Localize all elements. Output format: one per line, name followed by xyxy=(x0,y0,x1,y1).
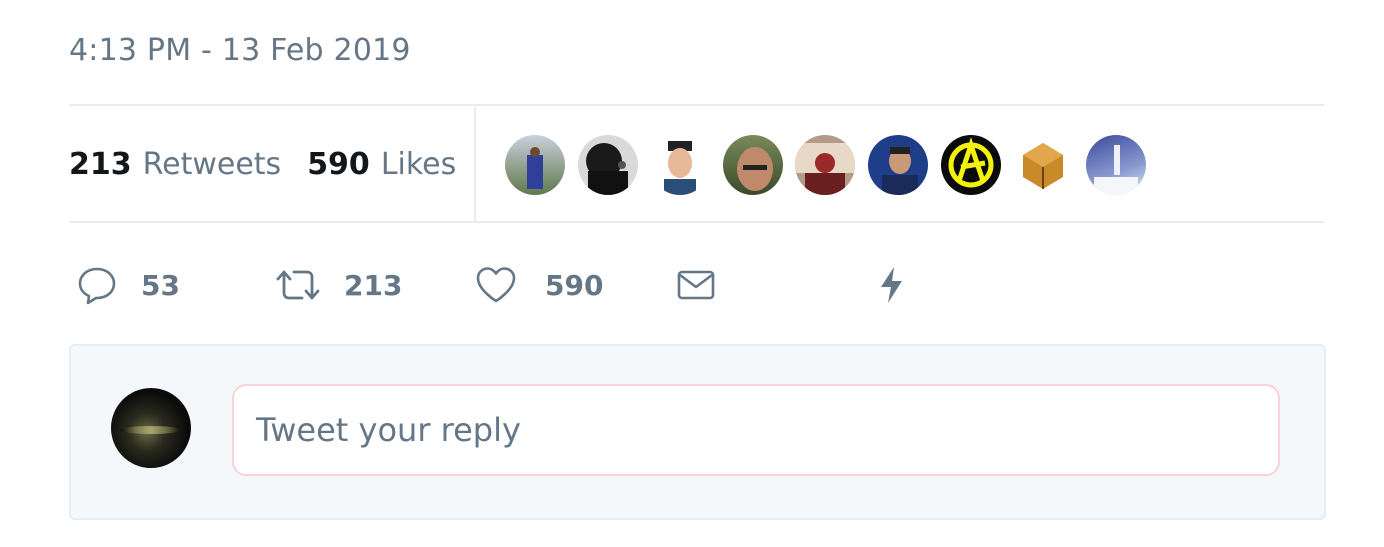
retweet-icon[interactable] xyxy=(274,265,322,305)
lightning-icon[interactable] xyxy=(877,264,907,306)
liker-avatar-7[interactable] xyxy=(940,135,1001,195)
heart-icon[interactable] xyxy=(475,265,517,305)
retweet-action[interactable]: 213 xyxy=(274,252,402,318)
tweet-actions: 53 213 590 xyxy=(69,252,1324,322)
liker-avatar-5[interactable] xyxy=(795,135,856,195)
direct-message-action[interactable] xyxy=(676,252,716,318)
speech-bubble-icon[interactable] xyxy=(77,265,117,305)
stat-counts: 213 Retweets 590 Likes xyxy=(69,107,474,222)
current-user-avatar[interactable] xyxy=(111,388,191,468)
likes-count[interactable]: 590 xyxy=(307,147,370,182)
stats-divider xyxy=(474,107,476,222)
reply-action[interactable]: 53 xyxy=(77,252,180,318)
liked-by-avatars xyxy=(505,135,1158,195)
tweet-timestamp[interactable]: 4:13 PM - 13 Feb 2019 xyxy=(69,33,411,68)
liker-avatar-8[interactable] xyxy=(1013,135,1074,195)
like-action[interactable]: 590 xyxy=(475,252,603,318)
divider-bottom xyxy=(69,221,1324,223)
reply-input[interactable]: Tweet your reply xyxy=(232,384,1280,476)
reply-count: 53 xyxy=(141,268,180,302)
retweets-count[interactable]: 213 xyxy=(69,147,132,182)
liker-avatar-3[interactable] xyxy=(650,135,711,195)
liker-avatar-9[interactable] xyxy=(1085,135,1146,195)
liker-avatar-1[interactable] xyxy=(505,135,565,195)
liker-avatar-6[interactable] xyxy=(867,135,928,195)
envelope-icon[interactable] xyxy=(676,265,716,305)
liker-avatar-2[interactable] xyxy=(577,135,638,195)
divider-top xyxy=(69,104,1324,106)
retweets-label[interactable]: Retweets xyxy=(143,147,282,182)
retweet-count: 213 xyxy=(344,268,403,302)
analytics-action[interactable] xyxy=(877,252,907,318)
like-count: 590 xyxy=(545,268,604,302)
liker-avatar-4[interactable] xyxy=(722,135,783,195)
likes-label[interactable]: Likes xyxy=(381,147,456,182)
tweet-stats: 213 Retweets 590 Likes xyxy=(69,107,1324,222)
reply-composer: Tweet your reply xyxy=(69,344,1326,520)
